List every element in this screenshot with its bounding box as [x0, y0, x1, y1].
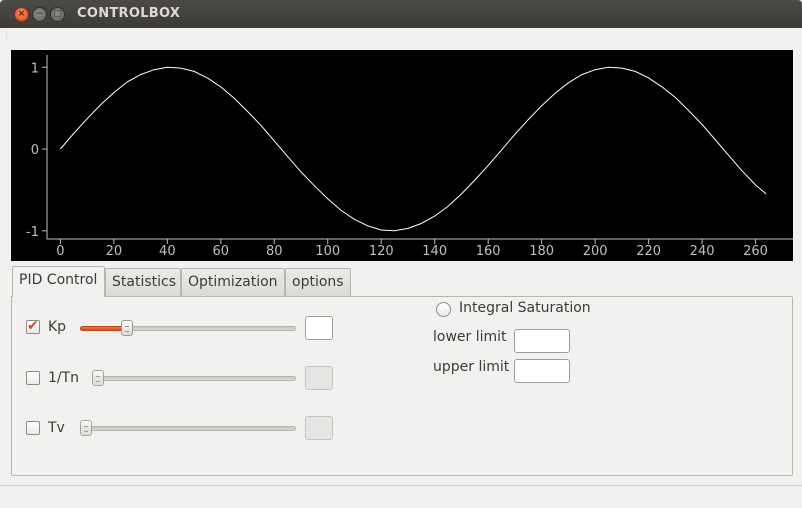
x-tick-label: 80 [266, 244, 283, 259]
tab-statistics[interactable]: Statistics [105, 268, 181, 296]
close-button[interactable]: × [14, 7, 29, 22]
integral-saturation-radio[interactable] [436, 302, 451, 317]
window-title: CONTROLBOX [77, 6, 181, 21]
kp-checkbox[interactable] [26, 318, 40, 334]
tn-slider-handle[interactable] [92, 370, 104, 386]
kp-value-field[interactable] [305, 316, 333, 340]
tv-label: Tv [48, 420, 65, 436]
upper-limit-field[interactable] [514, 359, 570, 383]
toolbar-grip-icon[interactable]: · · · [5, 29, 9, 43]
kp-slider-fill [80, 326, 127, 331]
x-tick-label: 140 [422, 244, 447, 259]
tv-value-field [305, 416, 333, 440]
x-tick-label: 160 [476, 244, 501, 259]
sine-plot: 0 20 40 60 80 100 120 140 160 180 200 220 240 260 1 0 -1 [11, 50, 793, 261]
tn-label: 1/Tn [48, 370, 80, 386]
kp-slider-handle[interactable] [121, 320, 133, 336]
maximize-icon: □ [53, 9, 62, 19]
title-bar: × − □ CONTROLBOX [0, 0, 802, 28]
kp-label: Kp [48, 319, 67, 335]
x-tick-label: 60 [213, 244, 230, 259]
lower-limit-field[interactable] [514, 329, 570, 353]
x-tick-label: 100 [315, 244, 340, 259]
close-icon: × [17, 9, 26, 19]
x-tick-label: 240 [690, 244, 715, 259]
x-tick-label: 180 [529, 244, 554, 259]
x-tick-label: 260 [743, 244, 768, 259]
x-tick-label: 0 [56, 244, 64, 259]
maximize-button[interactable]: □ [50, 7, 65, 22]
upper-limit-label: upper limit [433, 359, 510, 375]
tv-slider-track[interactable] [80, 426, 296, 431]
y-tick-label: -1 [26, 225, 39, 240]
integral-saturation-label: Integral Saturation [459, 300, 591, 316]
y-tick-label: 1 [31, 61, 39, 76]
tab-options[interactable]: options [285, 268, 351, 296]
tn-value-field [305, 366, 333, 390]
x-tick-label: 20 [106, 244, 123, 259]
tn-checkbox[interactable] [26, 371, 40, 385]
x-tick-label: 120 [369, 244, 394, 259]
plot-canvas: 0 20 40 60 80 100 120 140 160 180 200 220 240 260 1 0 -1 [26, 55, 793, 259]
tv-checkbox[interactable] [26, 421, 40, 435]
minimize-icon: − [35, 9, 44, 19]
x-tick-label: 40 [159, 244, 176, 259]
x-tick-label: 200 [583, 244, 608, 259]
status-bar [0, 485, 802, 508]
x-tick-label: 220 [636, 244, 661, 259]
tab-optimization[interactable]: Optimization [181, 268, 285, 296]
tv-slider-handle[interactable] [80, 420, 92, 436]
tab-pid-control[interactable]: PID Control [12, 266, 105, 297]
series-line [60, 66, 767, 232]
lower-limit-label: lower limit [433, 329, 507, 345]
tn-slider-track[interactable] [93, 376, 296, 381]
minimize-button[interactable]: − [32, 7, 47, 22]
y-tick-label: 0 [31, 143, 39, 158]
controlbox-window: × − □ CONTROLBOX · · · 0 20 40 60 80 100 120 140 1… [0, 0, 802, 508]
